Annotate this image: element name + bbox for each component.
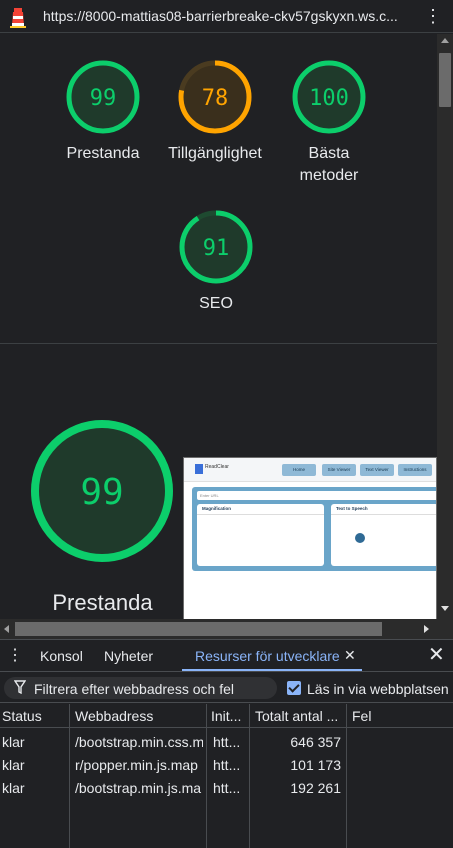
vertical-scrollbar[interactable] — [437, 34, 453, 619]
big-gauge-label: Prestanda — [52, 590, 153, 615]
active-tab-indicator — [182, 669, 362, 671]
cell-url: /bootstrap.min.css.m — [75, 734, 203, 750]
screenshot-nav-item: Text Viewer — [360, 464, 394, 476]
cell-status: klar — [2, 757, 25, 773]
screenshot-header: ReadClear Home Site Viewer Text Viewer I… — [184, 458, 436, 482]
cell-total: 101 173 — [290, 757, 341, 773]
gauge-ring: 78 — [178, 60, 252, 134]
screenshot-nav-item: Home — [282, 464, 316, 476]
gauge-score: 91 — [203, 236, 230, 261]
card-divider — [197, 514, 324, 515]
screenshot-nav-item: Site Viewer — [322, 464, 356, 476]
close-tab-icon[interactable]: ✕ — [344, 647, 356, 664]
url-title: https://8000-mattias08-barrierbreake-ckv… — [43, 8, 398, 24]
gauge-ring: 99 — [66, 60, 140, 134]
cell-url: /bootstrap.min.js.ma — [75, 780, 202, 796]
gauge-accessibility[interactable]: 78 Tillgänglighet — [165, 59, 265, 165]
cell-total: 192 261 — [290, 780, 341, 796]
gauge-label-line: Bästa — [308, 145, 350, 162]
gauge-label: SEO — [199, 295, 233, 312]
gauge-label: Prestanda — [66, 145, 140, 162]
scroll-down-icon[interactable] — [441, 606, 449, 611]
lighthouse-icon — [10, 8, 26, 28]
gauge-score: 99 — [90, 86, 117, 111]
performance-big-gauge: 99 — [31, 420, 173, 562]
tab-console[interactable]: Konsol — [40, 648, 83, 664]
checkbox-label: Läs in via webbplatsen — [307, 681, 449, 697]
cell-initiator: htt... — [213, 757, 241, 773]
scroll-thumb[interactable] — [15, 622, 382, 636]
column-divider[interactable] — [249, 704, 250, 848]
tab-developer-resources[interactable]: Resurser för utvecklare — [195, 648, 340, 664]
column-header-total[interactable]: Totalt antal ... — [255, 708, 345, 724]
kebab-vertical-icon[interactable]: ⋮ — [424, 5, 442, 27]
column-header-error[interactable]: Fel — [352, 708, 447, 724]
cell-total: 646 357 — [290, 734, 341, 750]
gauge-seo[interactable]: 91 SEO — [166, 209, 266, 315]
tab-news[interactable]: Nyheter — [104, 648, 153, 664]
horizontal-scrollbar[interactable] — [0, 619, 437, 639]
logo-icon — [195, 464, 203, 474]
filter-icon — [14, 680, 26, 694]
screenshot-url-input: Enter URL — [197, 491, 436, 500]
scroll-thumb[interactable] — [439, 53, 451, 107]
filter-toolbar: Filtrera efter webbadress och fel Läs in… — [0, 673, 453, 703]
screenshot-card-magnification: Magnification — [197, 504, 324, 566]
screenshot-card-tts: Text to Speech — [331, 504, 436, 566]
cell-status: klar — [2, 780, 25, 796]
gauge-score: 100 — [309, 86, 349, 111]
cell-url: r/popper.min.js.map — [75, 757, 198, 773]
column-header-url[interactable]: Webbadress — [75, 708, 203, 724]
table-header: Status Webbadress Init... Totalt antal .… — [0, 704, 453, 728]
gauge-best-practices[interactable]: 100 Bästa metoder — [279, 59, 379, 187]
devtools-drawer: ⋮ Konsol Nyheter Resurser för utvecklare… — [0, 639, 453, 848]
scroll-up-icon[interactable] — [441, 38, 449, 43]
lighthouse-report: 99 Prestanda 78 Tillgänglighet 100 Bästa — [0, 34, 437, 619]
card-divider — [331, 514, 436, 515]
close-drawer-icon[interactable]: ✕ — [428, 644, 445, 666]
screenshot-logo-text: ReadClear — [205, 464, 229, 470]
title-bar: https://8000-mattias08-barrierbreake-ckv… — [0, 0, 453, 33]
column-header-status[interactable]: Status — [2, 708, 66, 724]
scroll-right-icon[interactable] — [424, 625, 429, 633]
gauge-label: Tillgänglighet — [168, 145, 262, 162]
big-gauge-score: 99 — [80, 472, 123, 513]
gauge-ring: 100 — [292, 60, 366, 134]
filter-input[interactable]: Filtrera efter webbadress och fel — [4, 677, 277, 699]
cell-initiator: htt... — [213, 734, 241, 750]
filter-placeholder: Filtrera efter webbadress och fel — [34, 681, 234, 697]
screenshot-nav-item: Instructions — [398, 464, 432, 476]
scroll-left-icon[interactable] — [4, 625, 9, 633]
final-screenshot: ReadClear Home Site Viewer Text Viewer I… — [183, 457, 437, 619]
resources-table: Status Webbadress Init... Totalt antal .… — [0, 704, 453, 848]
play-icon — [355, 533, 365, 543]
gauge-ring: 91 — [179, 210, 253, 284]
cell-initiator: htt... — [213, 780, 241, 796]
screenshot-card-title: Text to Speech — [336, 506, 368, 511]
cell-status: klar — [2, 734, 25, 750]
gauge-label-line: metoder — [299, 167, 359, 184]
gauge-label: Bästa metoder — [279, 143, 379, 187]
gauge-performance[interactable]: 99 Prestanda — [53, 59, 153, 165]
column-header-initiator[interactable]: Init... — [211, 708, 249, 724]
screenshot-card-title: Magnification — [202, 506, 231, 511]
column-divider[interactable] — [69, 704, 70, 848]
scroll-corner — [437, 619, 453, 639]
section-divider — [0, 343, 437, 344]
column-divider[interactable] — [346, 704, 347, 848]
gauge-score: 78 — [202, 86, 229, 111]
load-through-site-checkbox[interactable] — [287, 681, 301, 695]
drawer-tabbar: ⋮ Konsol Nyheter Resurser för utvecklare… — [0, 640, 453, 672]
column-divider[interactable] — [206, 704, 207, 848]
drawer-menu-icon[interactable]: ⋮ — [7, 645, 23, 667]
